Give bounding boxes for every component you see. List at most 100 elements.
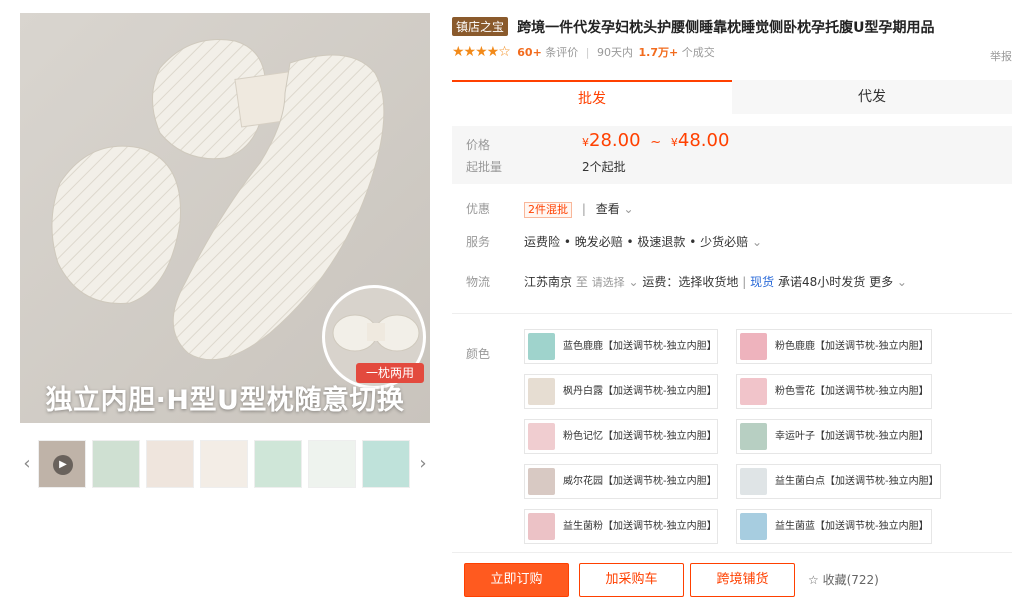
ship-promise: 承诺48小时发货 <box>777 275 866 289</box>
rating-stars-icon: ★★★★☆ <box>452 44 511 60</box>
pillow-thumbnail[interactable] <box>362 440 410 488</box>
buy-now-button[interactable]: 立即订购 <box>464 563 569 597</box>
color-label: 颜色 <box>466 347 491 361</box>
tab-dropship[interactable]: 代发 <box>732 80 1012 114</box>
separator: | <box>585 46 590 59</box>
report-link[interactable]: 举报 <box>990 48 1012 64</box>
currency-symbol: ¥ <box>670 136 678 149</box>
color-option[interactable]: 蓝色鹿鹿【加送调节枕-独立内胆】 <box>524 329 718 364</box>
play-icon: ▶ <box>53 455 73 475</box>
color-swatch-image <box>528 378 555 405</box>
freight: 运费：选择收货地 <box>642 275 739 289</box>
pillow-thumbnail[interactable] <box>254 440 302 488</box>
action-bar: 立即订购 加采购车 跨境铺货 ☆ 收藏(722) <box>452 552 1012 597</box>
favorite-button[interactable]: ☆ 收藏(722) <box>808 571 879 588</box>
color-option-label: 蓝色鹿鹿【加送调节枕-独立内胆】 <box>563 341 717 352</box>
product-title: 跨境一件代发孕妇枕头护腰侧睡靠枕睡觉侧卧枕孕托腹U型孕期用品 <box>517 19 935 36</box>
color-option-label: 粉色鹿鹿【加送调节枕-独立内胆】 <box>775 341 929 352</box>
color-swatch-image <box>528 333 555 360</box>
chevron-down-icon: ⌄ <box>623 202 634 216</box>
logistics-label: 物流 <box>466 275 491 289</box>
pillow-thumbnail[interactable] <box>92 440 140 488</box>
mode-tabs: 批发 代发 <box>452 80 1012 114</box>
shop-badge: 镇店之宝 <box>452 17 509 36</box>
rating-row: ★★★★☆ 60+ 条评价 | 90天内 1.7万+ 个成交 <box>452 44 1012 62</box>
currency-symbol: ¥ <box>582 136 589 149</box>
video-thumbnail[interactable]: ▶ <box>38 440 86 488</box>
separator: | <box>581 202 586 216</box>
chevron-down-icon[interactable]: ⌄ <box>629 275 639 289</box>
tab-wholesale[interactable]: 批发 <box>452 80 732 114</box>
color-option-label: 粉色记忆【加送调节枕-独立内胆】 <box>563 431 717 442</box>
color-option-label: 幸运叶子【加送调节枕-独立内胆】 <box>775 431 929 442</box>
sold-count: 1.7万+ <box>638 46 679 59</box>
title-row: 镇店之宝 跨境一件代发孕妇枕头护腰侧睡靠枕睡觉侧卧枕孕托腹U型孕期用品 <box>452 16 1012 36</box>
color-option[interactable]: 粉色雪花【加送调节枕-独立内胆】 <box>736 374 932 409</box>
pillow-thumbnail[interactable] <box>200 440 248 488</box>
color-swatch-image <box>528 513 555 540</box>
price-label: 价格 <box>466 138 491 152</box>
color-swatch-image <box>740 513 767 540</box>
chevron-right-icon[interactable]: › <box>416 440 430 488</box>
color-option-label: 粉色雪花【加送调节枕-独立内胆】 <box>775 386 929 397</box>
chevron-left-icon[interactable]: ‹ <box>20 440 34 488</box>
service-text: 运费险 • 晚发必赔 • 极速退款 • 少货必赔 <box>524 235 749 249</box>
color-option[interactable]: 益生菌粉【加送调节枕-独立内胆】 <box>524 509 718 544</box>
pillow-thumbnail[interactable] <box>146 440 194 488</box>
favorite-label: 收藏(722) <box>822 573 879 587</box>
promo-label: 优惠 <box>466 202 491 216</box>
color-option[interactable]: 粉色记忆【加送调节枕-独立内胆】 <box>524 419 718 454</box>
cross-border-button[interactable]: 跨境铺货 <box>690 563 795 597</box>
service-value[interactable]: 运费险 • 晚发必赔 • 极速退款 • 少货必赔 ⌄ <box>524 233 762 250</box>
color-option-label: 威尔花园【加送调节枕-独立内胆】 <box>563 476 717 487</box>
color-option[interactable]: 幸运叶子【加送调节枕-独立内胆】 <box>736 419 932 454</box>
color-swatch-image <box>528 468 555 495</box>
reviews-count[interactable]: 60+ <box>517 46 542 59</box>
promo-tag: 2件混批 <box>524 202 572 218</box>
logistics-value: 江苏南京 至 请选择 ⌄ 运费：选择收货地 | 现货 承诺48小时发货 更多 ⌄ <box>524 273 907 290</box>
color-swatch-image <box>740 378 767 405</box>
main-product-image[interactable]: 一枕两用 独立内胆·H型U型枕随意切换 <box>20 13 430 423</box>
price-tilde: ~ <box>650 135 662 150</box>
reviews-label: 条评价 <box>545 46 579 59</box>
moq-value: 2个起批 <box>582 160 626 174</box>
main-image-caption: 独立内胆·H型U型枕随意切换 <box>45 385 405 416</box>
promo-value: 2件混批 | 查看 ⌄ <box>524 200 634 218</box>
product-info-panel: 镇店之宝 跨境一件代发孕妇枕头护腰侧睡靠枕睡觉侧卧枕孕托腹U型孕期用品 ★★★★… <box>452 0 1012 597</box>
color-option[interactable]: 粉色鹿鹿【加送调节枕-独立内胆】 <box>736 329 932 364</box>
color-option-label: 益生菌粉【加送调节枕-独立内胆】 <box>563 521 717 532</box>
price-box: 价格 起批量 ¥28.00 ~ ¥48.00 2个起批 <box>452 126 1012 184</box>
color-swatch-image <box>528 423 555 450</box>
color-swatch-image <box>740 423 767 450</box>
to-label: 至 <box>575 275 588 289</box>
stock-badge: 现货 <box>750 275 775 289</box>
color-option[interactable]: 益生菌白点【加送调节枕-独立内胆】 <box>736 464 941 499</box>
color-option-label: 益生菌蓝【加送调节枕-独立内胆】 <box>775 521 929 532</box>
color-option-label: 益生菌白点【加送调节枕-独立内胆】 <box>775 476 939 487</box>
thumbnail-strip: ‹ ▶ › <box>20 440 430 488</box>
color-swatch-image <box>740 333 767 360</box>
sold-label: 个成交 <box>681 46 715 59</box>
chevron-down-icon: ⌄ <box>751 235 763 249</box>
chevron-down-icon[interactable]: ⌄ <box>897 275 907 289</box>
service-label: 服务 <box>466 235 491 249</box>
separator: | <box>742 275 747 289</box>
destination-select[interactable]: 请选择 <box>592 276 625 289</box>
more-link[interactable]: 更多 <box>869 275 893 289</box>
price-max: 48.00 <box>677 130 730 151</box>
divider <box>452 313 1012 314</box>
pillow-thumbnail[interactable] <box>308 440 356 488</box>
color-option[interactable]: 枫丹白露【加送调节枕-独立内胆】 <box>524 374 718 409</box>
origin: 江苏南京 <box>524 275 573 289</box>
period-label: 90天内 <box>597 46 634 59</box>
promo-view-link[interactable]: 查看 <box>596 202 620 216</box>
add-to-cart-button[interactable]: 加采购车 <box>579 563 684 597</box>
color-option[interactable]: 威尔花园【加送调节枕-独立内胆】 <box>524 464 718 499</box>
price-min: 28.00 <box>589 130 641 151</box>
color-option-label: 枫丹白露【加送调节枕-独立内胆】 <box>563 386 717 397</box>
moq-label: 起批量 <box>466 160 503 174</box>
color-swatch-image <box>740 468 767 495</box>
color-option[interactable]: 益生菌蓝【加送调节枕-独立内胆】 <box>736 509 932 544</box>
star-outline-icon: ☆ <box>808 573 819 587</box>
product-page: 一枕两用 独立内胆·H型U型枕随意切换 ‹ ▶ › 镇店之宝 跨境一件代发孕妇枕… <box>0 0 1024 597</box>
